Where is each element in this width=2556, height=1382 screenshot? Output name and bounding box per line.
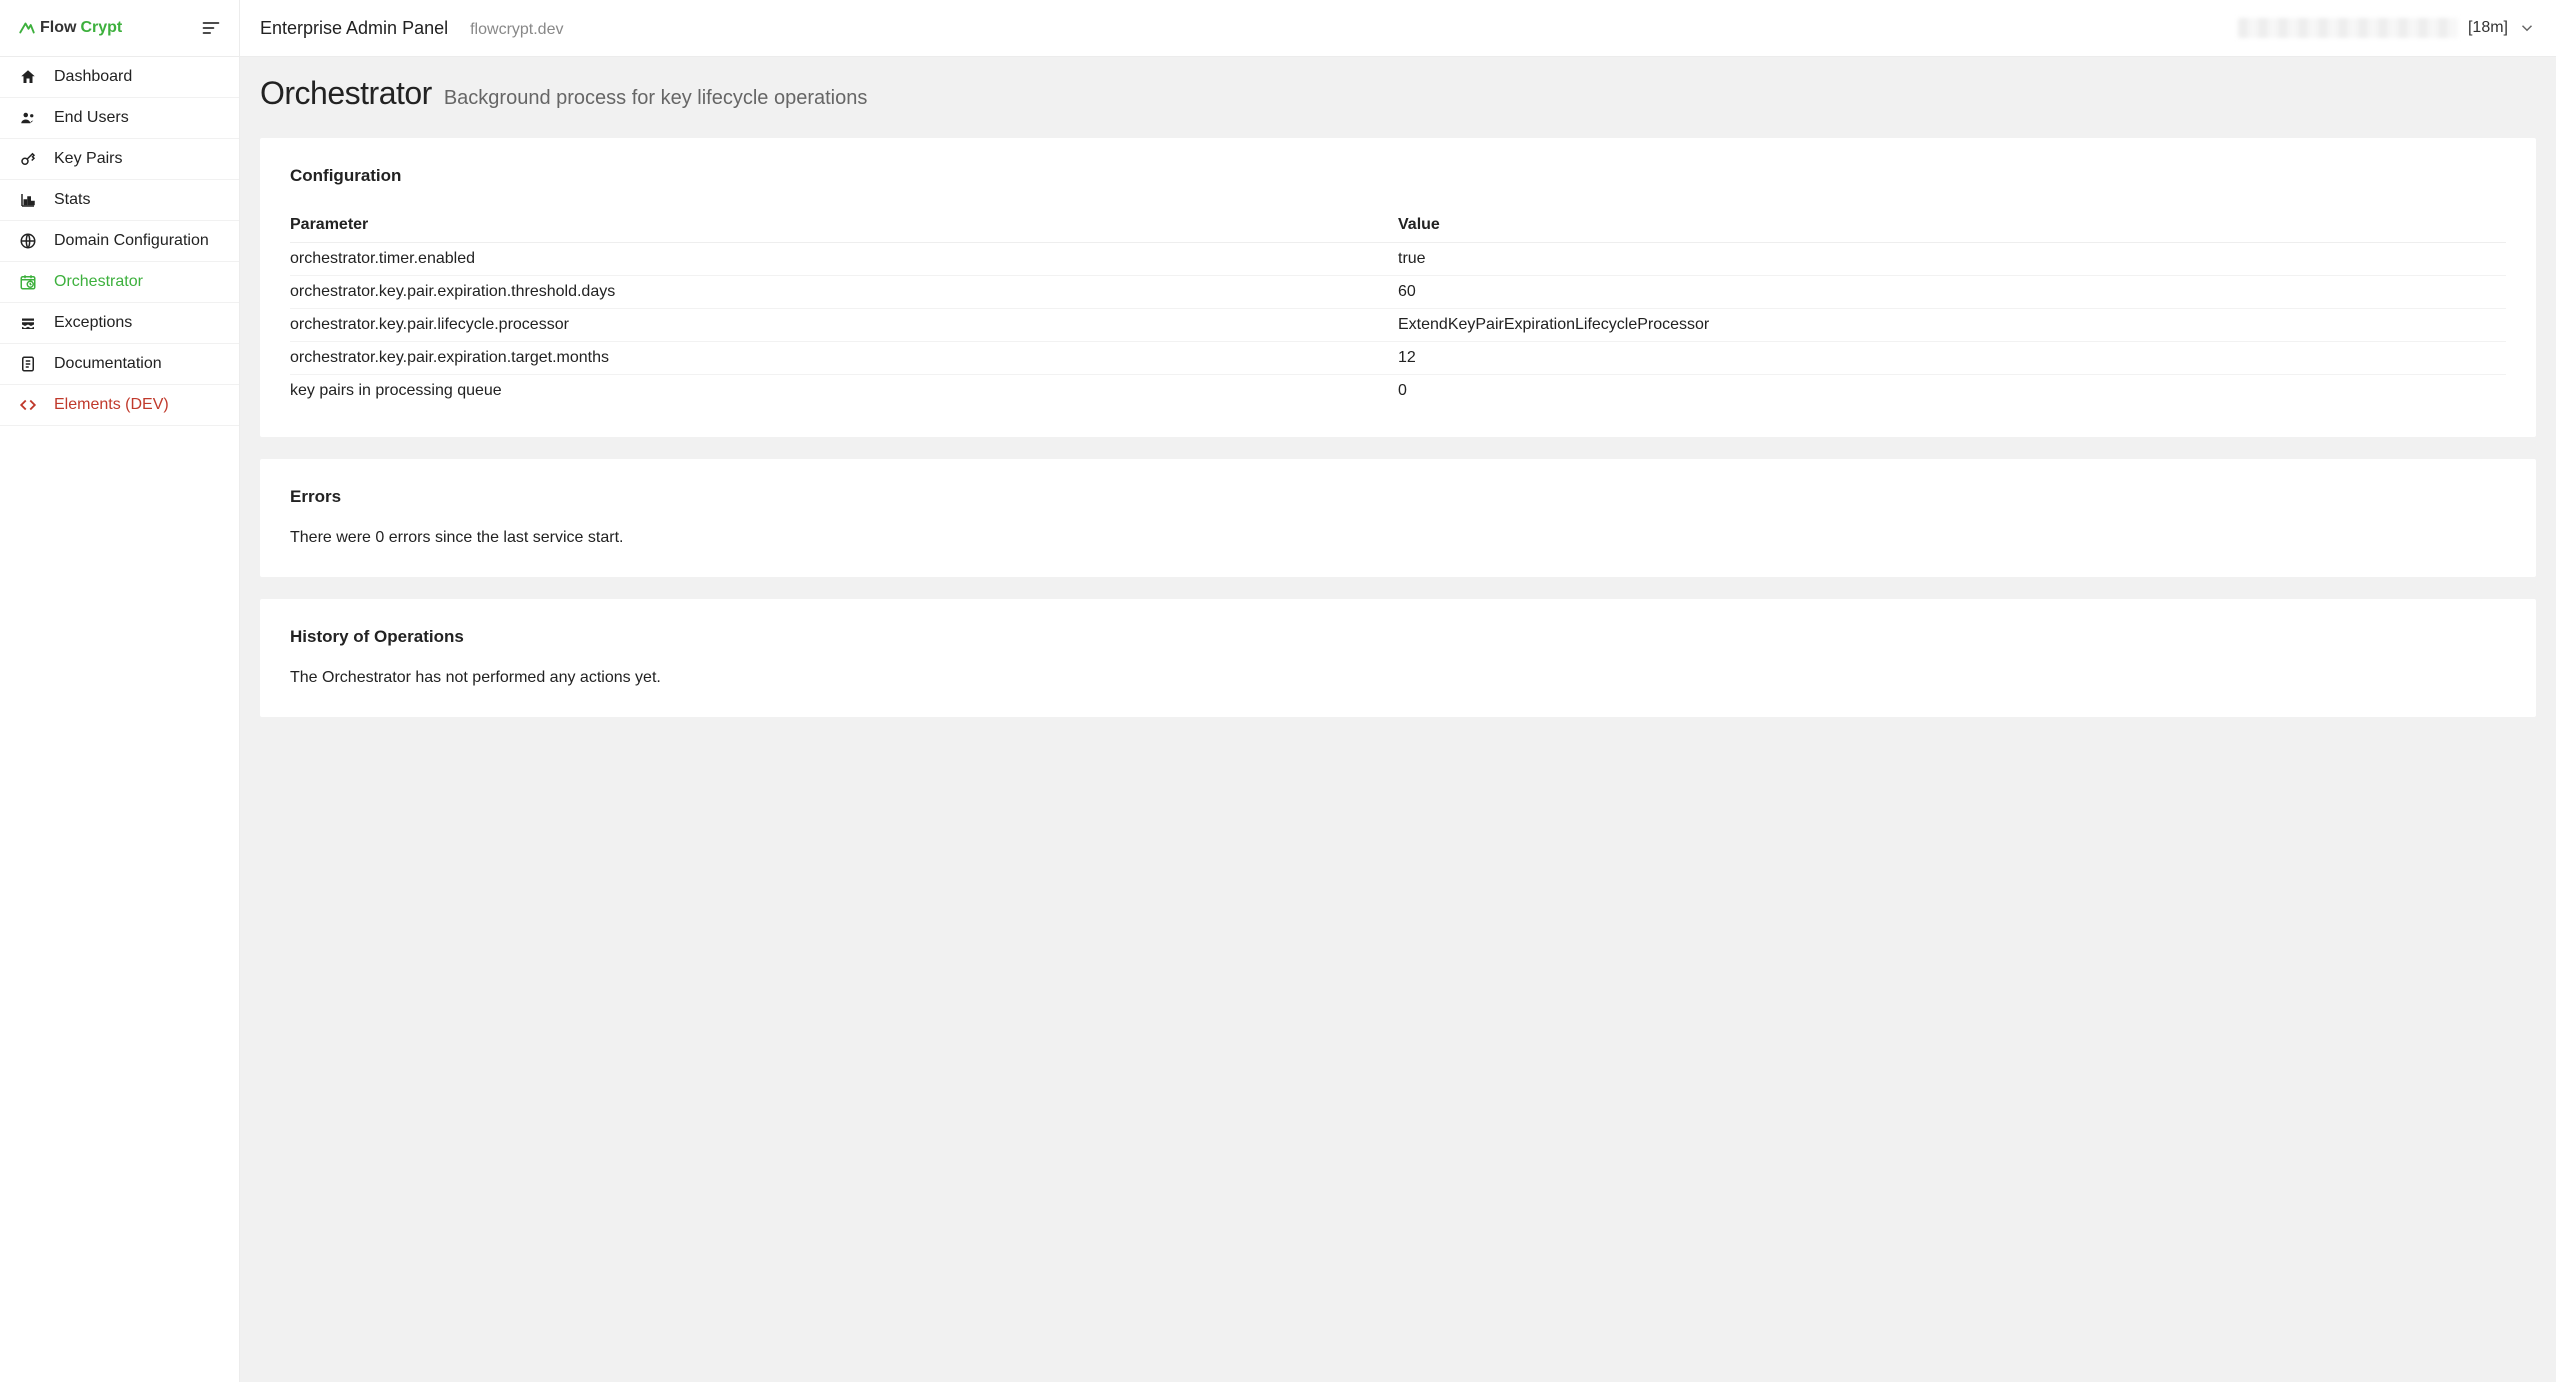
user-identity-redacted	[2238, 18, 2458, 38]
sidebar-nav: Dashboard End Users Key Pairs Stats Doma…	[0, 57, 239, 426]
sidebar-item-label: End Users	[54, 109, 129, 127]
topbar-left: Enterprise Admin Panel flowcrypt.dev	[260, 18, 563, 39]
history-body: The Orchestrator has not performed any a…	[290, 669, 2506, 687]
card-configuration: Configuration Parameter Value orchestrat…	[260, 138, 2536, 437]
table-header-value: Value	[1398, 208, 2506, 243]
card-title: Configuration	[290, 166, 2506, 186]
sidebar: FlowCrypt Dashboard End Users Key Pairs …	[0, 0, 240, 1382]
table-row: orchestrator.key.pair.lifecycle.processo…	[290, 309, 2506, 342]
cell-value: 0	[1398, 375, 2506, 408]
document-icon	[18, 355, 38, 373]
exceptions-icon	[18, 314, 38, 332]
session-time: [18m]	[2468, 19, 2508, 37]
sidebar-item-domain-config[interactable]: Domain Configuration	[0, 221, 239, 262]
topbar: Enterprise Admin Panel flowcrypt.dev [18…	[240, 0, 2556, 57]
sidebar-item-label: Elements (DEV)	[54, 396, 169, 414]
logo-mark-icon	[18, 19, 36, 37]
sidebar-item-dashboard[interactable]: Dashboard	[0, 57, 239, 98]
sidebar-item-elements-dev[interactable]: Elements (DEV)	[0, 385, 239, 426]
sidebar-item-label: Stats	[54, 191, 90, 209]
table-row: key pairs in processing queue 0	[290, 375, 2506, 408]
cell-value: 60	[1398, 276, 2506, 309]
sidebar-item-label: Orchestrator	[54, 273, 143, 291]
sidebar-item-key-pairs[interactable]: Key Pairs	[0, 139, 239, 180]
card-title: History of Operations	[290, 627, 2506, 647]
table-row: orchestrator.key.pair.expiration.thresho…	[290, 276, 2506, 309]
globe-icon	[18, 232, 38, 250]
chevron-down-icon[interactable]	[2518, 19, 2536, 37]
topbar-right: [18m]	[2238, 18, 2536, 38]
sidebar-item-label: Exceptions	[54, 314, 132, 332]
menu-toggle-icon[interactable]	[201, 18, 221, 38]
card-history: History of Operations The Orchestrator h…	[260, 599, 2536, 717]
logo-text-crypt: Crypt	[80, 19, 122, 37]
sidebar-header: FlowCrypt	[0, 0, 239, 57]
sidebar-item-label: Domain Configuration	[54, 232, 209, 250]
cell-param: orchestrator.timer.enabled	[290, 243, 1398, 276]
cell-value: ExtendKeyPairExpirationLifecycleProcesso…	[1398, 309, 2506, 342]
sidebar-item-label: Key Pairs	[54, 150, 122, 168]
page-header: Orchestrator Background process for key …	[240, 57, 2556, 138]
card-title: Errors	[290, 487, 2506, 507]
logo[interactable]: FlowCrypt	[18, 19, 122, 37]
code-icon	[18, 396, 38, 414]
sidebar-item-documentation[interactable]: Documentation	[0, 344, 239, 385]
logo-text-flow: Flow	[40, 19, 76, 37]
sidebar-item-exceptions[interactable]: Exceptions	[0, 303, 239, 344]
table-row: orchestrator.timer.enabled true	[290, 243, 2506, 276]
content: Configuration Parameter Value orchestrat…	[240, 138, 2556, 737]
users-icon	[18, 109, 38, 127]
sidebar-item-label: Documentation	[54, 355, 162, 373]
table-header-parameter: Parameter	[290, 208, 1398, 243]
table-row: orchestrator.key.pair.expiration.target.…	[290, 342, 2506, 375]
sidebar-item-end-users[interactable]: End Users	[0, 98, 239, 139]
main: Enterprise Admin Panel flowcrypt.dev [18…	[240, 0, 2556, 1382]
stats-icon	[18, 191, 38, 209]
topbar-title: Enterprise Admin Panel	[260, 18, 448, 39]
cell-param: orchestrator.key.pair.expiration.target.…	[290, 342, 1398, 375]
key-icon	[18, 150, 38, 168]
cell-param: orchestrator.key.pair.lifecycle.processo…	[290, 309, 1398, 342]
cell-value: 12	[1398, 342, 2506, 375]
page-title: Orchestrator	[260, 75, 432, 112]
sidebar-item-orchestrator[interactable]: Orchestrator	[0, 262, 239, 303]
page-subtitle: Background process for key lifecycle ope…	[444, 87, 868, 110]
errors-body: There were 0 errors since the last servi…	[290, 529, 2506, 547]
cell-value: true	[1398, 243, 2506, 276]
cell-param: key pairs in processing queue	[290, 375, 1398, 408]
cell-param: orchestrator.key.pair.expiration.thresho…	[290, 276, 1398, 309]
calendar-clock-icon	[18, 273, 38, 291]
card-errors: Errors There were 0 errors since the las…	[260, 459, 2536, 577]
home-icon	[18, 68, 38, 86]
sidebar-item-stats[interactable]: Stats	[0, 180, 239, 221]
sidebar-item-label: Dashboard	[54, 68, 132, 86]
topbar-domain: flowcrypt.dev	[470, 21, 563, 39]
config-table: Parameter Value orchestrator.timer.enabl…	[290, 208, 2506, 407]
